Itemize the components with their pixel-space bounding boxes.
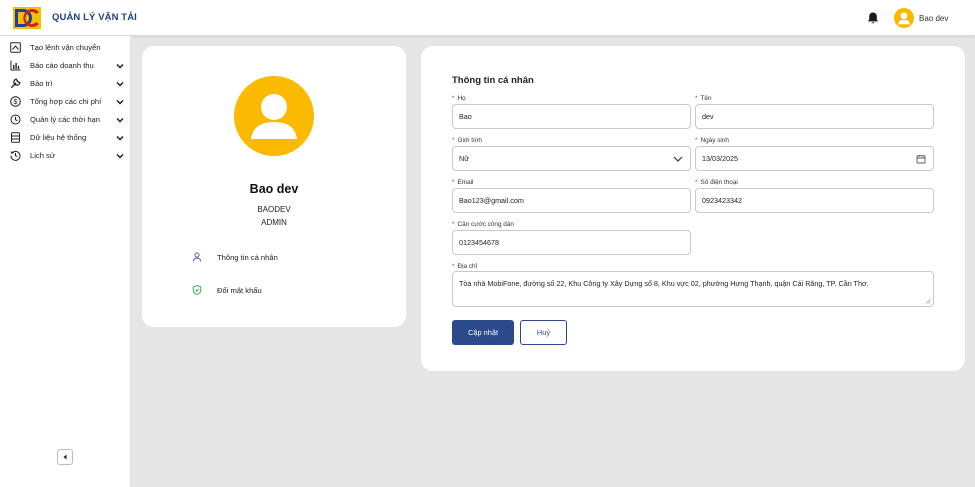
- wrench-icon: [10, 78, 21, 89]
- sidebar-item-tong-hop-chi-phi[interactable]: $ Tổng hợp các chi phí: [0, 93, 131, 111]
- sidebar-item-label: Bảo trì: [30, 79, 53, 88]
- phone-field[interactable]: 0923423342: [695, 188, 934, 213]
- user-icon: [192, 252, 202, 262]
- app-logo[interactable]: [12, 6, 42, 30]
- personal-info-form: Thông tin cá nhân * Họ Bao * Tên dev * Giới…: [421, 46, 965, 371]
- sidebar-item-bao-cao-doanh-thu[interactable]: Báo cáo doanh thu: [0, 57, 131, 75]
- profile-link-label: Đổi mật khẩu: [217, 286, 262, 295]
- sidebar-item-label: Quản lý các thời hạn: [30, 115, 100, 124]
- clock-alert-icon: [10, 114, 21, 125]
- resize-grip-icon[interactable]: [925, 298, 931, 304]
- email-field[interactable]: Bao123@gmail.com: [452, 188, 691, 213]
- avatar[interactable]: [894, 8, 914, 28]
- sidebar-item-lich-su[interactable]: Lịch sử: [0, 147, 131, 165]
- gender-label: * Giới tính: [452, 137, 482, 144]
- email-label: * Email: [452, 179, 474, 186]
- app-title: QUẢN LÝ VẬN TẢI: [52, 12, 137, 23]
- calendar-icon[interactable]: [916, 154, 926, 164]
- first-name-label: * Tên: [695, 95, 712, 102]
- sidebar-item-label: Tạo lệnh vận chuyển: [30, 43, 101, 52]
- id-card-field[interactable]: 0123454678: [452, 230, 691, 255]
- bar-chart-icon: [10, 60, 21, 71]
- sidebar-item-tao-lenh-van-chuyen[interactable]: Tạo lệnh vận chuyển: [0, 39, 131, 57]
- profile-link-change-password[interactable]: Đổi mật khẩu: [192, 283, 372, 299]
- id-card-label: * Căn cước công dân: [452, 221, 514, 228]
- sidebar: Tạo lệnh vận chuyển Báo cáo doanh thu Bả…: [0, 36, 131, 487]
- chevron-down-icon: [116, 117, 124, 123]
- address-textarea[interactable]: Tòa nhà MobiFone, đường số 22, Khu Công …: [452, 271, 934, 307]
- history-icon: [10, 150, 21, 161]
- shield-icon: [192, 285, 202, 295]
- profile-card: Bao dev BAODEV ADMIN Thông tin cá nhân Đ…: [142, 46, 406, 327]
- profile-link-label: Thông tin cá nhân: [217, 253, 278, 262]
- phone-label: * Số điện thoại: [695, 179, 738, 186]
- chevron-down-icon: [116, 99, 124, 105]
- svg-text:$: $: [14, 99, 18, 106]
- sidebar-item-label: Dữ liệu hệ thống: [30, 133, 87, 142]
- form-title: Thông tin cá nhân: [452, 75, 534, 86]
- address-label: * Địa chỉ: [452, 263, 478, 270]
- profile-link-personal-info[interactable]: Thông tin cá nhân: [192, 250, 372, 266]
- chevron-down-icon: [116, 81, 124, 87]
- sidebar-item-bao-tri[interactable]: Bảo trì: [0, 75, 131, 93]
- profile-username: BAODEV: [257, 205, 291, 214]
- chevron-down-icon: [116, 63, 124, 69]
- chevron-down-icon: [116, 135, 124, 141]
- chart-up-icon: [10, 42, 21, 53]
- database-icon: [11, 132, 20, 143]
- top-bar: QUẢN LÝ VẬN TẢI Bao dev: [0, 0, 975, 36]
- profile-name: Bao dev: [249, 182, 299, 196]
- last-name-label: * Họ: [452, 95, 466, 102]
- sidebar-item-label: Lịch sử: [30, 151, 55, 160]
- user-name[interactable]: Bao dev: [919, 14, 948, 23]
- caret-left-icon: [63, 454, 67, 460]
- sidebar-item-label: Báo cáo doanh thu: [30, 61, 94, 70]
- birthday-label: * Ngày sinh: [695, 137, 729, 144]
- sidebar-item-quan-ly-thoi-han[interactable]: Quản lý các thời hạn: [0, 111, 131, 129]
- bell-icon[interactable]: [866, 11, 880, 25]
- sidebar-item-du-lieu-he-thong[interactable]: Dữ liệu hệ thống: [0, 129, 131, 147]
- chevron-down-icon: [673, 156, 683, 162]
- gender-select[interactable]: Nữ: [452, 146, 691, 171]
- last-name-field[interactable]: Bao: [452, 104, 691, 129]
- profile-role: ADMIN: [261, 218, 287, 227]
- update-button[interactable]: Cập nhật: [452, 320, 514, 345]
- first-name-field[interactable]: dev: [695, 104, 934, 129]
- profile-avatar: [234, 76, 314, 156]
- birthday-field[interactable]: 13/03/2025: [695, 146, 934, 171]
- dollar-icon: $: [10, 96, 21, 107]
- sidebar-collapse-button[interactable]: [57, 449, 73, 465]
- sidebar-item-label: Tổng hợp các chi phí: [30, 97, 102, 106]
- cancel-button[interactable]: Huỷ: [520, 320, 567, 345]
- chevron-down-icon: [116, 153, 124, 159]
